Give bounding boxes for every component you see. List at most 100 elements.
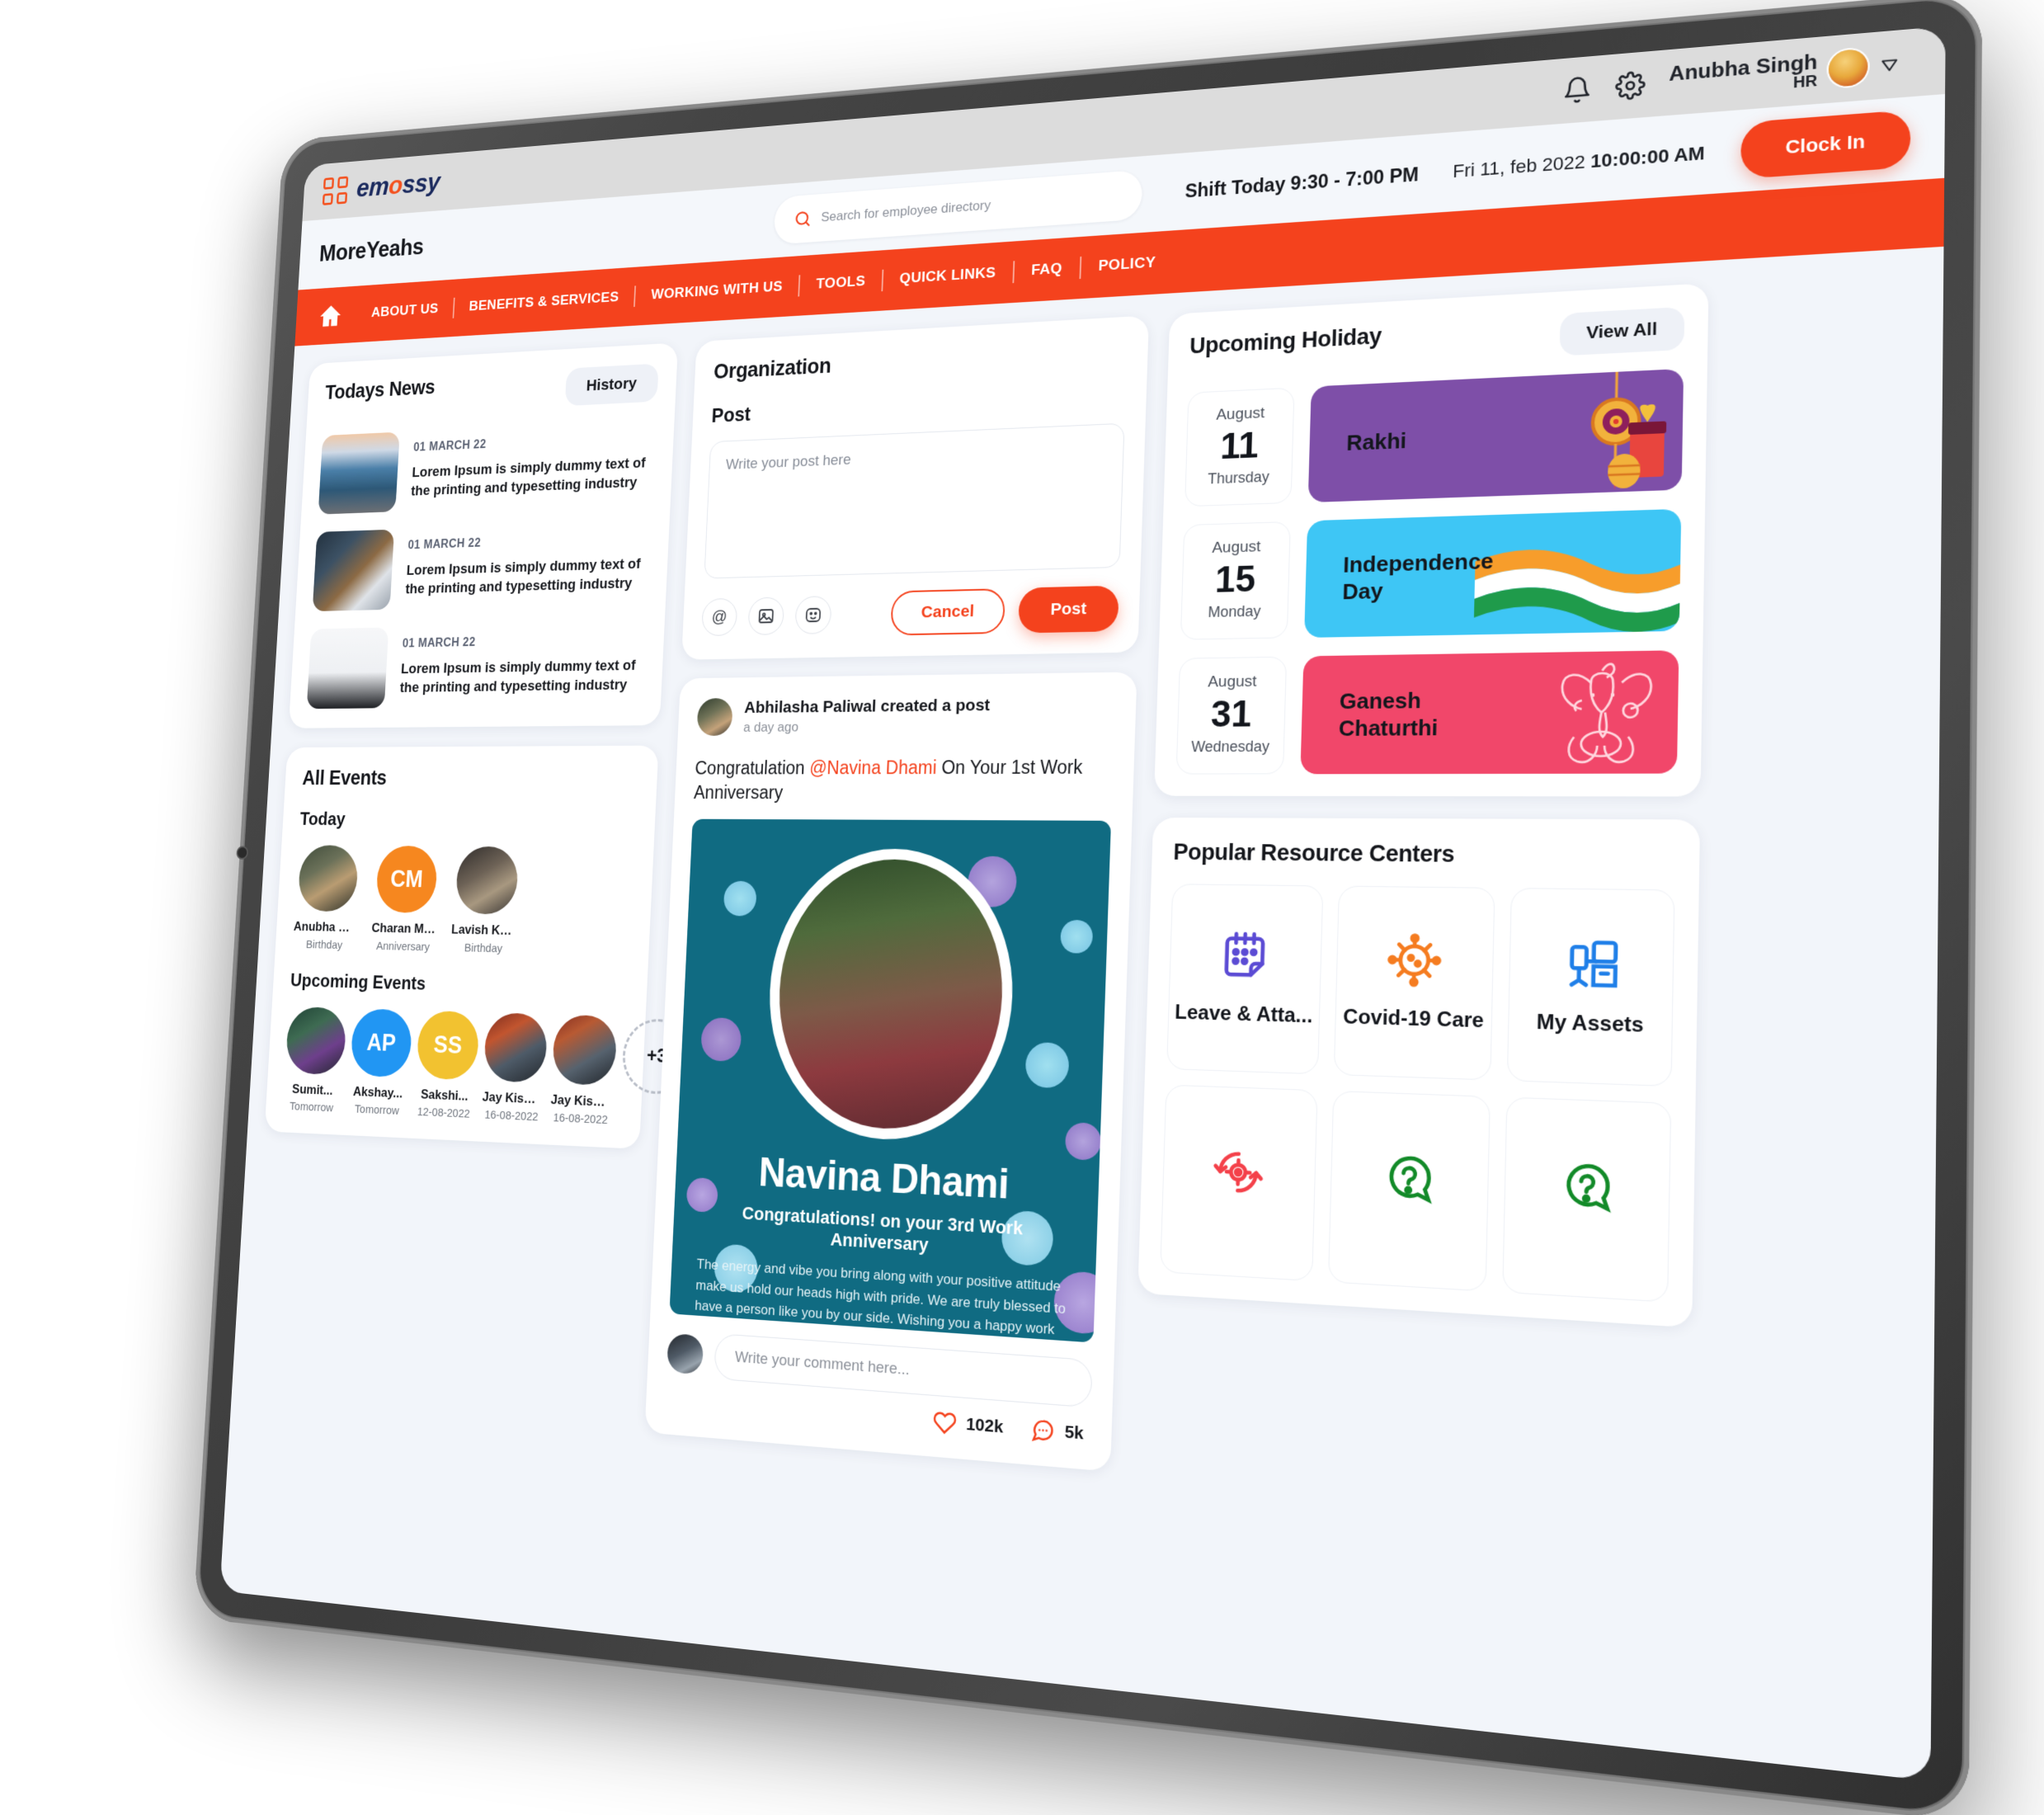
avatar (666, 1333, 704, 1375)
events-title: All Events (302, 766, 639, 790)
resource-help-1[interactable] (1328, 1091, 1491, 1292)
event-date: 16-08-2022 (481, 1108, 542, 1124)
holiday-item[interactable]: August 15 Monday Independence Day (1180, 509, 1681, 640)
event-item[interactable]: Jay Kishan 16-08-2022 (549, 1014, 616, 1127)
resources-title: Popular Resource Centers (1173, 839, 1675, 870)
avatar (696, 698, 732, 736)
resource-my-assets[interactable]: My Assets (1507, 888, 1674, 1087)
anniversary-photo (764, 848, 1018, 1145)
tablet-mockup: emossy Anubha Singh HR (0, 0, 2044, 1789)
event-person-name: Jay Kishan (550, 1091, 612, 1110)
comment-icon (1030, 1417, 1056, 1445)
news-date: 01 MARCH 22 (413, 431, 656, 455)
event-item[interactable]: Sumit... Tomorrow (283, 1006, 346, 1115)
view-all-button[interactable]: View All (1559, 307, 1684, 356)
like-count: 102k (966, 1415, 1004, 1438)
app-logo[interactable]: emossy (323, 167, 441, 205)
nav-item-benefits-services[interactable]: BENEFITS & SERVICES (454, 288, 634, 316)
resource-gear-refresh[interactable] (1160, 1085, 1317, 1282)
event-item[interactable]: Jay Kishan 16-08-2022 (481, 1012, 547, 1124)
event-type: Birthday (450, 940, 517, 955)
news-item[interactable]: 01 MARCH 22 Lorem Ipsum is simply dummy … (318, 420, 657, 515)
post-label: Post (711, 385, 1126, 428)
mention-icon[interactable]: @ (701, 598, 737, 636)
events-today-label: Today (299, 809, 637, 832)
logo-grid-icon (323, 177, 349, 205)
post-textarea[interactable]: Write your post here (704, 423, 1124, 579)
event-item[interactable]: AP Akshay... Tomorrow (347, 1008, 412, 1118)
news-item[interactable]: 01 MARCH 22 Lorem Ipsum is simply dummy … (313, 521, 652, 611)
news-thumbnail (313, 530, 394, 611)
resource-label: Covid-19 Care (1343, 1005, 1484, 1033)
resource-help-2[interactable] (1503, 1097, 1672, 1303)
workstation-icon (1561, 935, 1621, 992)
shift-info: Shift Today 9:30 - 7:00 PM (1184, 163, 1419, 202)
news-thumbnail (318, 432, 400, 515)
holiday-name: Ganesh Chaturthi (1339, 686, 1486, 742)
ganesha-illustration (1538, 656, 1666, 772)
resource-covid-care[interactable]: Covid-19 Care (1333, 886, 1495, 1081)
indian-flag-illustration (1473, 523, 1681, 638)
organization-title: Organization (714, 337, 1128, 384)
comment-placeholder: Write your comment here... (734, 1349, 910, 1380)
holiday-date: August 15 Monday (1180, 521, 1291, 640)
search-input[interactable]: Search for employee directory (774, 170, 1143, 245)
search-placeholder: Search for employee directory (821, 197, 991, 225)
current-date: Fri 11, feb 2022 (1453, 151, 1585, 182)
post-author: Abhilasha Paliwal created a post (744, 695, 991, 717)
event-person-name: Anubha Singh (294, 919, 358, 935)
event-item[interactable]: Lavish Kanungo Birthday (450, 846, 522, 955)
calendar-note-icon (1217, 929, 1273, 984)
event-person-name: Jay Kishan (482, 1089, 543, 1107)
resource-label: Leave & Atta... (1175, 1001, 1313, 1029)
all-events-card: All Events Today Anubha Singh Birthday C… (265, 746, 659, 1149)
news-date: 01 MARCH 22 (402, 633, 645, 651)
event-type: Birthday (292, 937, 356, 951)
bell-icon[interactable] (1562, 74, 1593, 105)
event-date: 16-08-2022 (549, 1111, 611, 1128)
avatar-initials-text: SS (416, 1010, 480, 1080)
holiday-month: August (1180, 672, 1286, 692)
home-icon[interactable] (318, 301, 344, 330)
holiday-day: 15 (1182, 559, 1288, 601)
post-button[interactable]: Post (1018, 586, 1119, 634)
emoji-icon[interactable] (794, 596, 831, 634)
event-item[interactable]: Anubha Singh Birthday (292, 845, 361, 951)
event-date: 12-08-2022 (414, 1106, 473, 1121)
cancel-button[interactable]: Cancel (890, 588, 1006, 635)
tablet-screen: emossy Anubha Singh HR (219, 26, 1945, 1781)
nav-item-about-us[interactable]: ABOUT US (356, 300, 453, 323)
avatar (285, 1006, 347, 1074)
event-type: Anniversary (370, 939, 436, 953)
image-icon[interactable] (747, 597, 784, 635)
news-item[interactable]: 01 MARCH 22 Lorem Ipsum is simply dummy … (307, 622, 647, 710)
help-question-icon (1557, 1158, 1616, 1219)
holiday-date: August 11 Thursday (1184, 388, 1295, 507)
gear-icon[interactable] (1615, 70, 1646, 101)
dashboard-content: Todays News History 01 MARCH 22 Lorem Ip… (232, 247, 1944, 1541)
post-mention[interactable]: @Navina Dhami (809, 757, 937, 778)
nav-item-working-with-us[interactable]: WORKING WITH US (635, 277, 798, 304)
holiday-item[interactable]: August 31 Wednesday Ganesh Chaturthi (1176, 650, 1679, 774)
history-button[interactable]: History (564, 364, 658, 407)
holiday-name: Independence Day (1342, 547, 1472, 605)
event-item[interactable]: SS Sakshi... 12-08-2022 (414, 1010, 479, 1120)
holiday-weekday: Wednesday (1177, 738, 1283, 757)
holiday-day: 11 (1187, 425, 1293, 469)
resource-label: My Assets (1536, 1011, 1643, 1039)
event-person-name: Lavish Kanungo (451, 922, 518, 939)
event-person-name: Akshay... (349, 1083, 407, 1101)
comment-button[interactable]: 5k (1030, 1417, 1084, 1447)
current-time: 10:00:00 AM (1590, 143, 1705, 172)
event-person-name: Sumit... (284, 1081, 341, 1098)
user-profile[interactable]: Anubha Singh HR (1669, 45, 1900, 101)
events-upcoming-label: Upcoming Events (290, 970, 629, 1001)
datetime-display: Fri 11, feb 2022 10:00:00 AM (1453, 143, 1705, 183)
news-headline: Lorem Ipsum is simply dummy text of the … (405, 554, 649, 599)
holiday-banner: Independence Day (1304, 509, 1681, 638)
nav-item-faq[interactable]: FAQ (1014, 259, 1080, 280)
news-title: Todays News (325, 375, 436, 404)
news-thumbnail (307, 627, 389, 709)
feed-post-card: Abhilasha Paliwal created a post a day a… (644, 672, 1137, 1472)
event-item[interactable]: CM Charan Mandloi Anniversary (370, 846, 441, 954)
